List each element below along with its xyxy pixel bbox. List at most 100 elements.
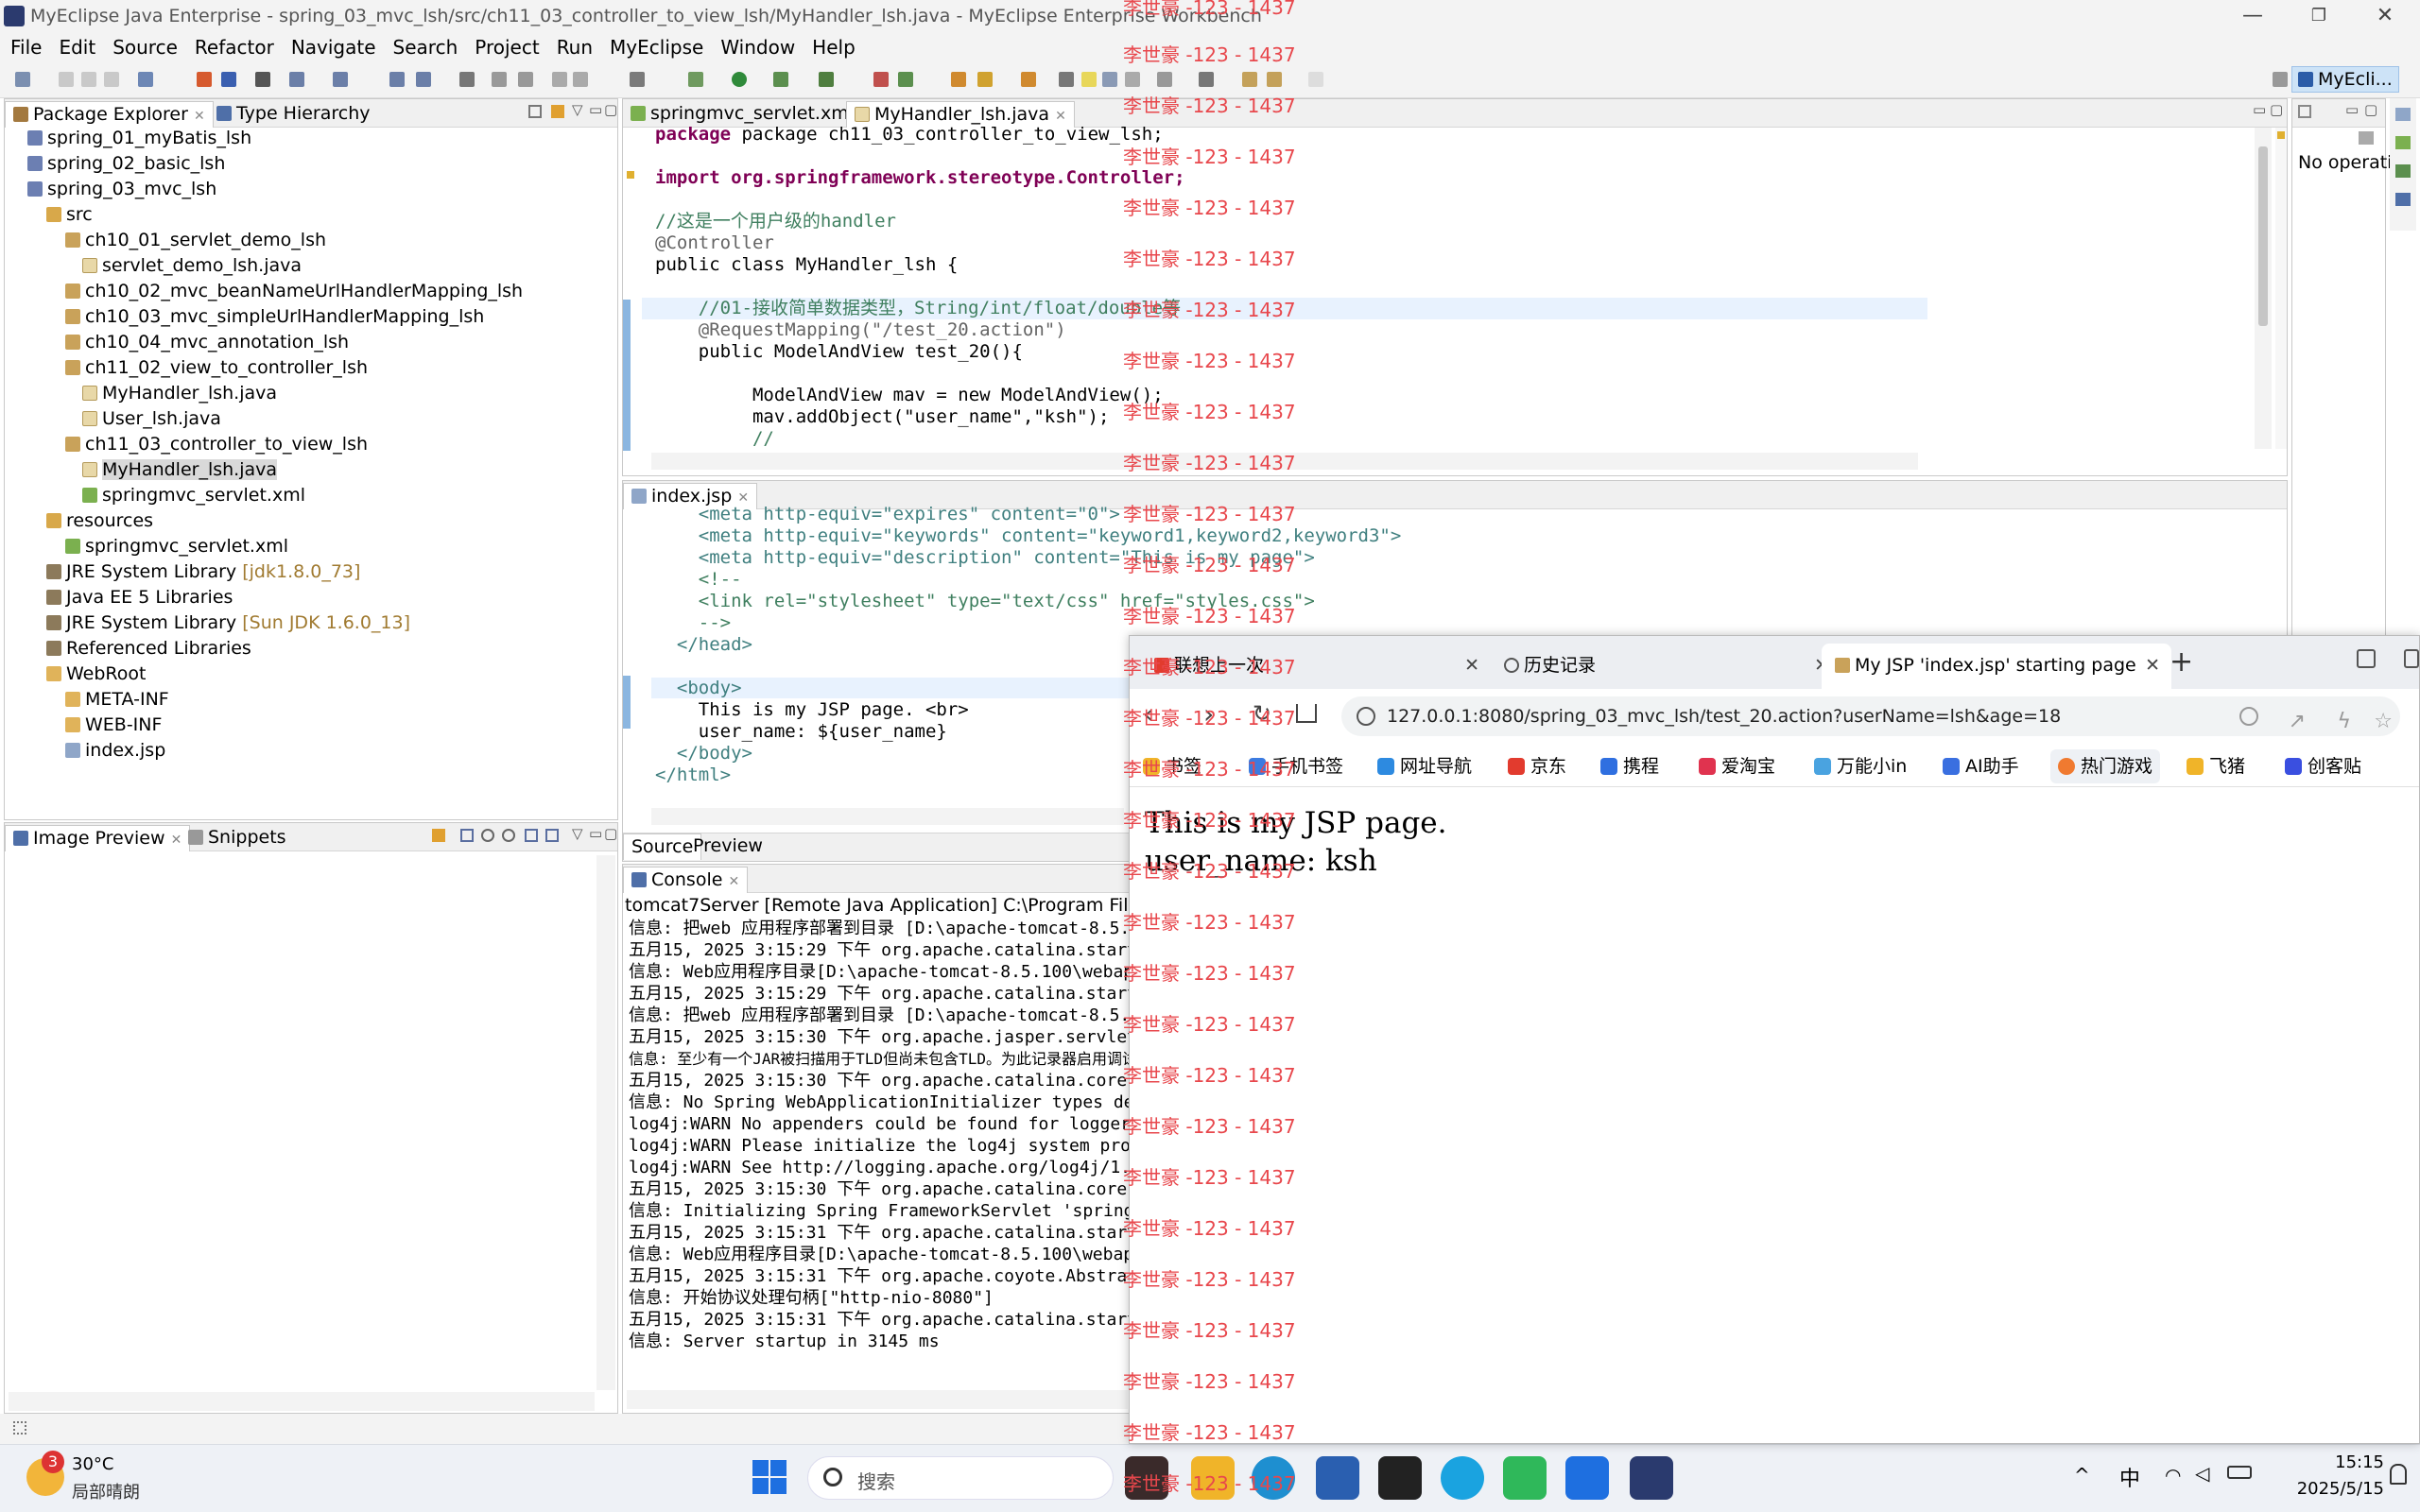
- next-annotation-icon[interactable]: [518, 72, 533, 87]
- java-code-lines[interactable]: package package ch11_03_controller_to_vi…: [655, 124, 1185, 450]
- jsp-horizontal-scrollbar[interactable]: [651, 808, 1124, 825]
- prev-annotation-icon[interactable]: [492, 72, 507, 87]
- build-icon[interactable]: [573, 72, 588, 87]
- menu-help[interactable]: Help: [804, 35, 864, 60]
- zoom-in-icon[interactable]: [502, 829, 515, 842]
- bookmark-item[interactable]: 京东: [1508, 753, 1566, 780]
- tab-type-hierarchy[interactable]: Type Hierarchy: [209, 101, 378, 128]
- menu-edit[interactable]: Edit: [50, 35, 104, 60]
- tree-item-folder[interactable]: WEB-INF: [65, 713, 162, 737]
- tree-item-package[interactable]: ch10_01_servlet_demo_lsh: [65, 228, 326, 252]
- open-folder-icon[interactable]: [951, 72, 966, 87]
- minimize-button[interactable]: —: [2220, 0, 2286, 34]
- minimize-view-icon[interactable]: ▭: [589, 825, 602, 842]
- minimize-view-icon[interactable]: ▭: [2345, 101, 2359, 118]
- last-edit-icon[interactable]: [1199, 72, 1214, 87]
- tree-item-library[interactable]: JRE System Library [Sun JDK 1.6.0_13]: [46, 610, 410, 635]
- split-view-icon[interactable]: [2404, 649, 2419, 668]
- tree-item-spring-01[interactable]: spring_01_myBatis_lsh: [27, 126, 251, 150]
- terminal-icon[interactable]: [1378, 1456, 1422, 1500]
- menu-file[interactable]: File: [2, 35, 50, 60]
- tree-item-webroot[interactable]: WebRoot: [46, 662, 146, 686]
- tree-item-java-file[interactable]: servlet_demo_lsh.java: [82, 253, 302, 278]
- bookmark-item[interactable]: 万能小in: [1814, 753, 1907, 780]
- problems-icon[interactable]: [2395, 164, 2411, 178]
- site-info-icon[interactable]: [1357, 707, 1375, 726]
- tab-snippets[interactable]: Snippets: [181, 825, 294, 851]
- clock-date[interactable]: 2025/5/15: [2276, 1479, 2384, 1499]
- view-menu-icon[interactable]: ▽: [572, 101, 583, 118]
- menu-refactor[interactable]: Refactor: [186, 35, 283, 60]
- bookmark-item[interactable]: 爱淘宝: [1699, 753, 1775, 780]
- tray-overflow-icon[interactable]: ^: [2074, 1464, 2090, 1486]
- maximize-view-icon[interactable]: ▢: [604, 101, 617, 118]
- save-all-icon[interactable]: [81, 72, 96, 87]
- tree-item-src[interactable]: src: [46, 202, 93, 227]
- ant-icon[interactable]: [898, 72, 913, 87]
- preview-vertical-scrollbar[interactable]: [596, 855, 615, 1390]
- bookmark-item[interactable]: 飞猪: [2187, 753, 2245, 780]
- open-perspective-icon[interactable]: [2273, 72, 2288, 87]
- zoom-out-icon[interactable]: [481, 829, 494, 842]
- maximize-view-icon[interactable]: ▢: [604, 825, 617, 842]
- link-icon[interactable]: [552, 72, 567, 87]
- tree-item-folder[interactable]: META-INF: [65, 687, 169, 712]
- forward-icon[interactable]: ›: [1203, 698, 1214, 730]
- tab-preview[interactable]: Preview: [685, 833, 770, 860]
- scroll-thumb[interactable]: [2258, 146, 2268, 326]
- ime-indicator[interactable]: 中: [2119, 1462, 2140, 1492]
- bookmark-item[interactable]: 手机书签: [1249, 753, 1343, 780]
- browser-taskbar-icon[interactable]: [1441, 1456, 1484, 1500]
- tab-image-preview[interactable]: Image Preview ✕: [5, 825, 191, 851]
- menu-window[interactable]: Window: [712, 35, 804, 60]
- sidebar-toggle-icon[interactable]: [2357, 649, 2376, 668]
- fit-icon[interactable]: [460, 829, 474, 842]
- wifi-icon[interactable]: ◠: [2165, 1464, 2181, 1486]
- servers-icon[interactable]: [2395, 193, 2411, 206]
- star-icon[interactable]: ☆: [2374, 702, 2393, 742]
- close-icon[interactable]: ✕: [194, 109, 205, 124]
- new-tab-button[interactable]: +: [2169, 645, 2193, 679]
- tree-item-package[interactable]: ch10_02_mvc_beanNameUrlHandlerMapping_ls…: [65, 279, 523, 303]
- pen-icon[interactable]: [977, 72, 993, 87]
- outline-icon[interactable]: [2298, 105, 2311, 118]
- store-icon[interactable]: [1316, 1456, 1359, 1500]
- browser-tab-jsp-page[interactable]: My JSP 'index.jsp' starting page ✕: [1822, 644, 2171, 689]
- tree-item-xml-file[interactable]: springmvc_servlet.xml: [82, 483, 305, 507]
- home-icon[interactable]: [1296, 704, 1317, 723]
- close-icon[interactable]: ✕: [1055, 109, 1066, 124]
- browser-tab-history[interactable]: 历史记录✕: [1491, 644, 1841, 689]
- open-task-icon[interactable]: [389, 72, 405, 87]
- console-horizontal-scrollbar[interactable]: [627, 1390, 1128, 1409]
- taskbar-search[interactable]: 搜索: [807, 1456, 1114, 1500]
- background-icon[interactable]: [545, 829, 559, 842]
- editor-horizontal-scrollbar[interactable]: [651, 453, 1918, 470]
- clock-time[interactable]: 15:15: [2308, 1452, 2384, 1472]
- edge-icon[interactable]: [1252, 1456, 1295, 1500]
- collapse-all-icon[interactable]: [528, 105, 542, 118]
- actual-size-icon[interactable]: [525, 829, 538, 842]
- server-icon[interactable]: [197, 72, 212, 87]
- menu-source[interactable]: Source: [104, 35, 186, 60]
- bookmark-item[interactable]: 创客贴: [2285, 753, 2361, 780]
- open-resource-icon[interactable]: [416, 72, 431, 87]
- tree-item-library[interactable]: Java EE 5 Libraries: [46, 585, 233, 610]
- edit-icon[interactable]: [1021, 72, 1036, 87]
- tree-item-java-file[interactable]: User_lsh.java: [82, 406, 221, 431]
- forward-icon[interactable]: [1308, 72, 1323, 87]
- show-whitespace-icon[interactable]: [1125, 72, 1140, 87]
- view-menu-icon[interactable]: ▽: [572, 825, 583, 842]
- new-icon[interactable]: [15, 72, 30, 87]
- menu-run[interactable]: Run: [548, 35, 601, 60]
- close-icon[interactable]: ✕: [728, 874, 739, 889]
- console-icon[interactable]: [255, 72, 270, 87]
- menu-search[interactable]: Search: [385, 35, 467, 60]
- close-tab-icon[interactable]: ✕: [1464, 644, 1479, 687]
- print-icon[interactable]: [104, 72, 119, 87]
- preview-horizontal-scrollbar[interactable]: [9, 1392, 595, 1411]
- task-list-icon[interactable]: [2395, 136, 2411, 149]
- perspective-myeclipse[interactable]: MyEcli...: [2291, 66, 2399, 93]
- weather-temp[interactable]: 30°C: [72, 1454, 113, 1474]
- new-wizard-icon[interactable]: [289, 72, 304, 87]
- battery-icon[interactable]: [2227, 1466, 2252, 1479]
